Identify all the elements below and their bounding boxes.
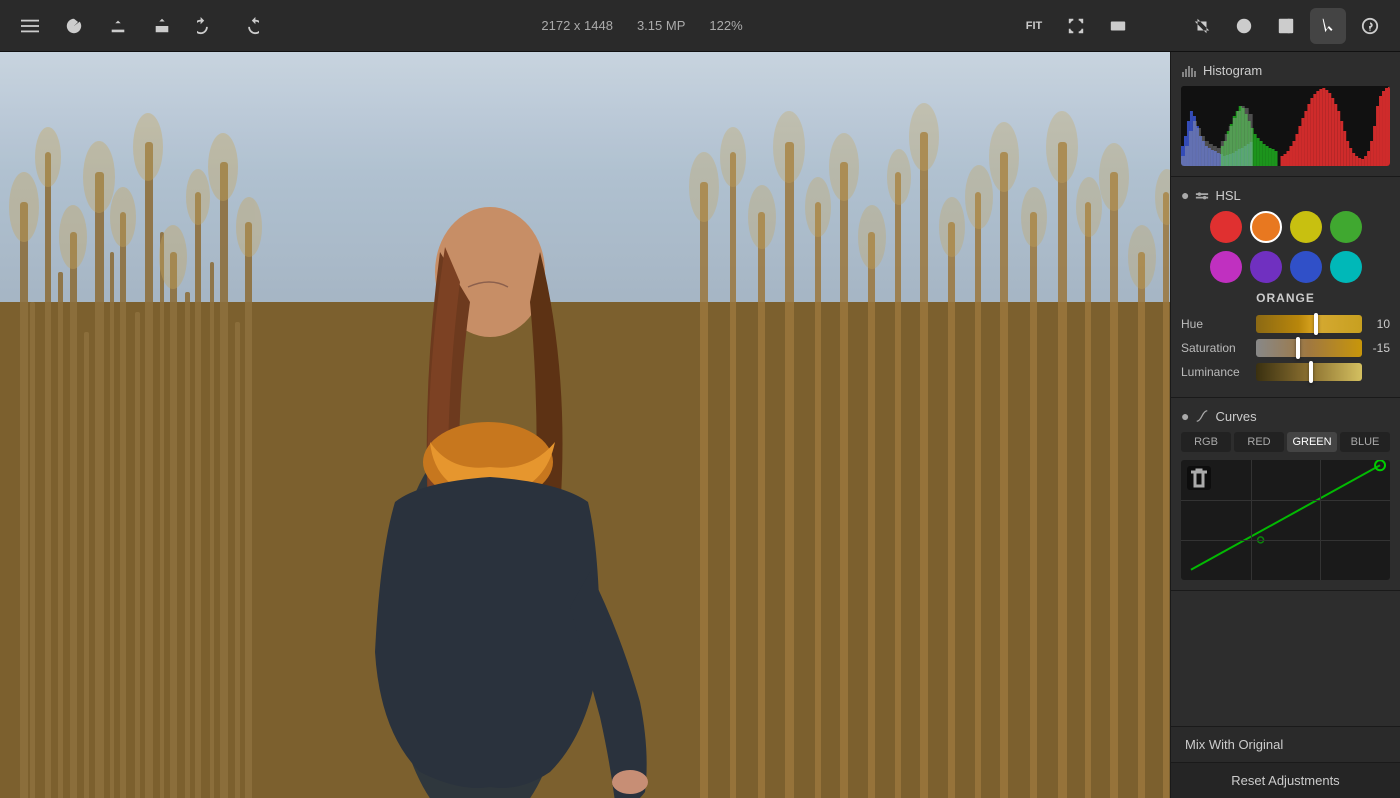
histogram-canvas (1181, 86, 1390, 166)
color-dot-red[interactable] (1210, 211, 1242, 243)
grid-v2 (1320, 460, 1321, 580)
topbar-center-info: 2172 x 1448 3.15 MP 122% (276, 18, 1008, 33)
image-area[interactable] (0, 52, 1170, 798)
redo-button[interactable] (232, 8, 268, 44)
fullscreen-button[interactable] (1058, 8, 1094, 44)
hsl-header: ● HSL (1181, 187, 1390, 203)
color-dot-green[interactable] (1330, 211, 1362, 243)
image-dimensions: 2172 x 1448 (541, 18, 613, 33)
image-zoom: 122% (709, 18, 742, 33)
right-panel: Histogram (1170, 52, 1400, 798)
selected-color-label: ORANGE (1181, 291, 1390, 305)
crop-button[interactable] (1184, 8, 1220, 44)
curves-svg (1181, 460, 1390, 580)
fit-label: FIT (1026, 20, 1043, 32)
mix-with-original-label: Mix With Original (1185, 737, 1283, 752)
circle-button[interactable] (1226, 8, 1262, 44)
mix-with-original-button[interactable]: Mix With Original (1171, 726, 1400, 762)
color-dot-purple[interactable] (1210, 251, 1242, 283)
luminance-label: Luminance (1181, 365, 1256, 379)
luminance-slider-track[interactable] (1256, 363, 1362, 381)
main-content: Histogram (0, 52, 1400, 798)
curves-graph[interactable] (1181, 460, 1390, 580)
curves-icon (1195, 409, 1209, 423)
luminance-slider-row: Luminance (1181, 363, 1390, 381)
saturation-slider-row: Saturation -15 (1181, 339, 1390, 357)
histogram-icon (1181, 62, 1197, 78)
export-button[interactable] (100, 8, 136, 44)
topbar-left-tools (12, 8, 268, 44)
select-button[interactable] (1310, 8, 1346, 44)
menu-button[interactable] (12, 8, 48, 44)
hue-label: Hue (1181, 317, 1256, 331)
history-button[interactable] (56, 8, 92, 44)
histogram-header: Histogram (1181, 62, 1390, 78)
color-dot-blue[interactable] (1290, 251, 1322, 283)
saturation-slider-track[interactable] (1256, 339, 1362, 357)
tab-blue[interactable]: BLUE (1340, 432, 1390, 452)
clear-curve-button[interactable] (1187, 466, 1211, 490)
help-button[interactable] (1352, 8, 1388, 44)
color-dots-row-2 (1181, 251, 1390, 283)
reset-adjustments-button[interactable]: Reset Adjustments (1171, 762, 1400, 798)
grid-v1 (1251, 460, 1252, 580)
color-dot-cyan[interactable] (1330, 251, 1362, 283)
curves-section: ● Curves RGB RED GREEN BLUE (1171, 398, 1400, 591)
topbar-right-tools: FIT (1016, 8, 1388, 44)
hue-slider-row: Hue 10 (1181, 315, 1390, 333)
hue-slider-thumb[interactable] (1314, 313, 1318, 335)
topbar: 2172 x 1448 3.15 MP 122% FIT (0, 0, 1400, 52)
image-megapixels: 3.15 MP (637, 18, 685, 33)
hue-value: 10 (1362, 317, 1390, 331)
saturation-slider-thumb[interactable] (1296, 337, 1300, 359)
tab-rgb[interactable]: RGB (1181, 432, 1231, 452)
saturation-value: -15 (1362, 341, 1390, 355)
share-button[interactable] (144, 8, 180, 44)
hsl-section: ● HSL (1171, 177, 1400, 398)
hsl-title: HSL (1215, 188, 1240, 203)
undo-button[interactable] (188, 8, 224, 44)
panel-footer: Mix With Original Reset Adjustments (1171, 726, 1400, 798)
overlay-button[interactable] (1100, 8, 1136, 44)
color-dot-violet[interactable] (1250, 251, 1282, 283)
panel-button[interactable] (1268, 8, 1304, 44)
saturation-label: Saturation (1181, 341, 1256, 355)
photo-placeholder (0, 52, 1170, 798)
grid-h2 (1181, 540, 1390, 541)
tab-green[interactable]: GREEN (1287, 432, 1337, 452)
histogram-section: Histogram (1171, 52, 1400, 177)
curves-tabs: RGB RED GREEN BLUE (1181, 432, 1390, 452)
curves-header: ● Curves (1181, 408, 1390, 424)
fit-button[interactable]: FIT (1016, 8, 1052, 44)
grid-h1 (1181, 500, 1390, 501)
reset-adjustments-label: Reset Adjustments (1231, 773, 1339, 788)
hue-slider-track[interactable] (1256, 315, 1362, 333)
color-dots-row-1 (1181, 211, 1390, 243)
luminance-slider-thumb[interactable] (1309, 361, 1313, 383)
compare-button[interactable] (1142, 8, 1178, 44)
histogram-title: Histogram (1203, 63, 1262, 78)
curves-title: Curves (1215, 409, 1256, 424)
hsl-icon (1195, 188, 1209, 202)
tab-red[interactable]: RED (1234, 432, 1284, 452)
color-dot-yellow[interactable] (1290, 211, 1322, 243)
color-dot-orange[interactable] (1250, 211, 1282, 243)
